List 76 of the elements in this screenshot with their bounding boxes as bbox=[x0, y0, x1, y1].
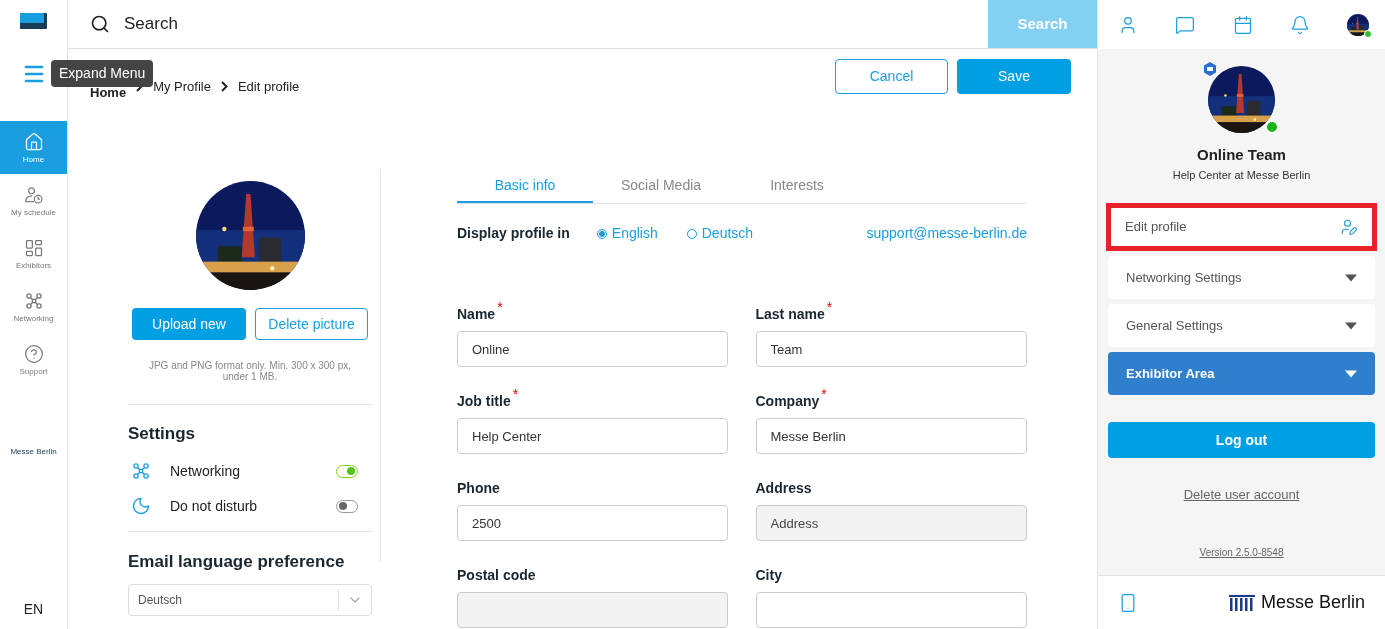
brand-name: Messe Berlin bbox=[1260, 591, 1365, 614]
nav-item[interactable]: Support bbox=[0, 333, 67, 386]
breadcrumb-link[interactable]: My Profile bbox=[153, 76, 211, 97]
network-icon bbox=[131, 461, 151, 481]
setting-label: Networking bbox=[170, 461, 241, 481]
nav-item[interactable]: My schedule bbox=[0, 174, 67, 227]
version-link[interactable]: Version 2.5.0-8548 bbox=[1199, 544, 1284, 560]
search-field[interactable]: Search bbox=[124, 11, 424, 37]
logo-icon[interactable] bbox=[20, 13, 47, 29]
nav-item[interactable]: Home bbox=[0, 121, 67, 174]
field-label: Address bbox=[755, 480, 812, 496]
person-clock-icon bbox=[23, 184, 44, 205]
settings-heading: Settings bbox=[128, 423, 197, 445]
setting-label: Do not disturb bbox=[170, 496, 258, 516]
caret-icon bbox=[1345, 321, 1357, 330]
field-label: Name bbox=[457, 306, 496, 322]
profile-tab[interactable]: Interests bbox=[729, 169, 865, 203]
moon-icon bbox=[131, 496, 151, 516]
upload-button[interactable]: Upload new bbox=[132, 308, 246, 340]
chevron-icon bbox=[220, 81, 228, 92]
email-language-heading: Email language preference bbox=[128, 550, 346, 573]
caret-icon bbox=[1345, 273, 1357, 282]
delete-picture-button[interactable]: Delete picture bbox=[255, 308, 368, 340]
required-mark: * bbox=[497, 299, 503, 315]
text-field[interactable]: Team bbox=[755, 331, 1027, 367]
cancel-button[interactable]: Cancel bbox=[835, 59, 948, 94]
grid-icon bbox=[23, 237, 44, 258]
edit-profile-item[interactable]: Edit profile bbox=[1106, 203, 1377, 251]
display-profile-label: Display profile in bbox=[457, 224, 570, 243]
chat-icon-button[interactable] bbox=[1175, 14, 1196, 35]
calendar-icon-button[interactable] bbox=[1232, 14, 1253, 35]
tooltip: Expand Menu bbox=[51, 60, 154, 87]
profile-name: Online Team bbox=[1197, 145, 1286, 165]
format-hint: JPG and PNG format only. Min. 300 x 300 px, under 1 MB. bbox=[147, 360, 353, 382]
field-label: City bbox=[755, 567, 782, 583]
search-icon bbox=[90, 14, 110, 34]
required-mark: * bbox=[826, 299, 833, 315]
field-label: Company bbox=[755, 393, 820, 409]
exhibitor-badge-icon bbox=[1203, 62, 1217, 76]
language-select[interactable]: Deutsch bbox=[128, 584, 372, 616]
required-mark: * bbox=[821, 386, 827, 402]
help-icon bbox=[23, 343, 44, 364]
text-field[interactable]: Help Center bbox=[457, 418, 728, 454]
support-email-link[interactable]: support@messe-berlin.de bbox=[866, 223, 1027, 244]
breadcrumb-current: Edit profile bbox=[237, 77, 300, 96]
profile-tab[interactable]: Basic info bbox=[457, 169, 593, 203]
settings-dropdown[interactable]: General Settings bbox=[1108, 304, 1375, 347]
delete-account-link[interactable]: Delete user account bbox=[1183, 485, 1300, 505]
field-label: Last name bbox=[755, 306, 825, 322]
profile-tab[interactable]: Social Media bbox=[593, 169, 729, 203]
field-label: Phone bbox=[457, 480, 500, 496]
exhibitor-area-dropdown[interactable]: Exhibitor Area bbox=[1108, 352, 1375, 395]
settings-dropdown[interactable]: Networking Settings bbox=[1108, 256, 1375, 299]
nav-item[interactable]: Networking bbox=[0, 280, 67, 333]
text-field[interactable] bbox=[755, 592, 1027, 628]
save-button[interactable]: Save bbox=[957, 59, 1071, 94]
language-radio[interactable]: Deutsch bbox=[686, 223, 754, 244]
text-field[interactable]: Messe Berlin bbox=[755, 418, 1027, 454]
network-icon bbox=[23, 290, 44, 311]
home-icon bbox=[23, 131, 44, 152]
required-mark: * bbox=[512, 386, 519, 402]
avatar-button[interactable] bbox=[1347, 13, 1369, 36]
notification-icon-button[interactable] bbox=[1289, 14, 1310, 35]
nav-item[interactable]: Exhibitors bbox=[0, 227, 67, 280]
brand-logo: Messe Berlin bbox=[10, 446, 57, 458]
brand-logo-icon bbox=[1228, 594, 1255, 611]
user-edit-icon bbox=[1340, 218, 1358, 236]
field-label: Job title bbox=[457, 393, 511, 409]
text-field[interactable]: Online bbox=[457, 331, 728, 367]
caret-icon bbox=[1345, 369, 1357, 378]
language-radio[interactable]: English bbox=[596, 223, 658, 244]
logout-button[interactable]: Log out bbox=[1108, 422, 1375, 458]
language-button[interactable]: EN bbox=[23, 599, 44, 619]
profile-subtitle: Help Center at Messe Berlin bbox=[1172, 167, 1311, 183]
text-field[interactable]: 2500 bbox=[457, 505, 728, 541]
field-label: Postal code bbox=[457, 567, 536, 583]
